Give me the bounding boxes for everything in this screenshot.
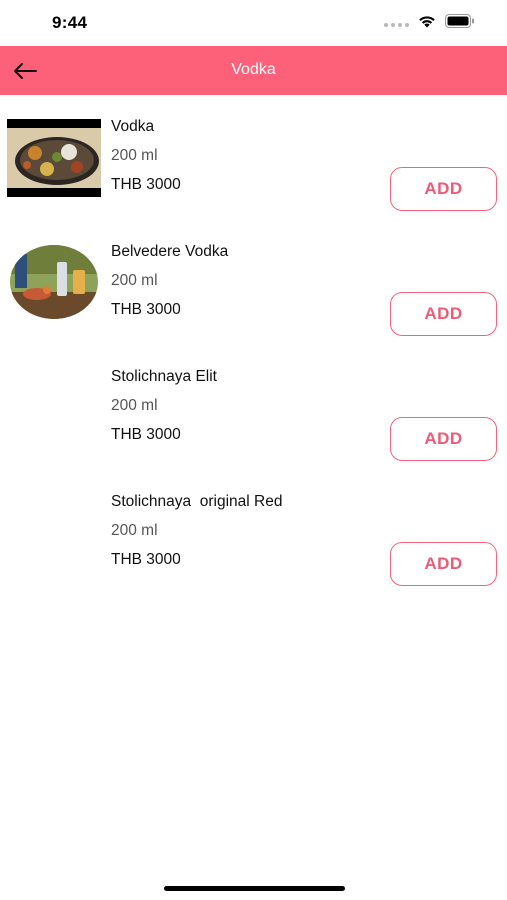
home-indicator[interactable] bbox=[164, 886, 345, 891]
add-button[interactable]: ADD bbox=[390, 292, 497, 336]
cellular-signal-icon bbox=[384, 15, 409, 27]
add-button[interactable]: ADD bbox=[390, 167, 497, 211]
product-size: 200 ml bbox=[111, 522, 158, 539]
status-icons bbox=[384, 14, 475, 28]
add-button[interactable]: ADD bbox=[390, 417, 497, 461]
product-name: Stolichnaya original Red bbox=[111, 493, 283, 510]
app-header: Vodka bbox=[0, 46, 507, 95]
status-bar: 9:44 bbox=[0, 0, 507, 46]
product-price: THB 3000 bbox=[111, 551, 181, 568]
product-item: Stolichnaya Elit 200 ml THB 3000 ADD bbox=[0, 345, 507, 470]
product-price: THB 3000 bbox=[111, 176, 181, 193]
product-thumbnail bbox=[7, 244, 101, 322]
product-item: Belvedere Vodka 200 ml THB 3000 ADD bbox=[0, 220, 507, 345]
product-size: 200 ml bbox=[111, 147, 158, 164]
product-name: Stolichnaya Elit bbox=[111, 368, 217, 385]
product-item: Vodka 200 ml THB 3000 ADD bbox=[0, 95, 507, 220]
product-name: Belvedere Vodka bbox=[111, 243, 229, 260]
add-button[interactable]: ADD bbox=[390, 542, 497, 586]
product-size: 200 ml bbox=[111, 272, 158, 289]
product-thumbnail bbox=[7, 119, 101, 197]
battery-icon bbox=[445, 14, 474, 28]
product-size: 200 ml bbox=[111, 397, 158, 414]
page-title: Vodka bbox=[231, 61, 276, 78]
product-price: THB 3000 bbox=[111, 426, 181, 443]
product-item: Stolichnaya original Red 200 ml THB 3000… bbox=[0, 470, 507, 595]
product-name: Vodka bbox=[111, 118, 155, 135]
status-time: 9:44 bbox=[52, 13, 88, 32]
wifi-icon bbox=[419, 15, 435, 27]
product-price: THB 3000 bbox=[111, 301, 181, 318]
